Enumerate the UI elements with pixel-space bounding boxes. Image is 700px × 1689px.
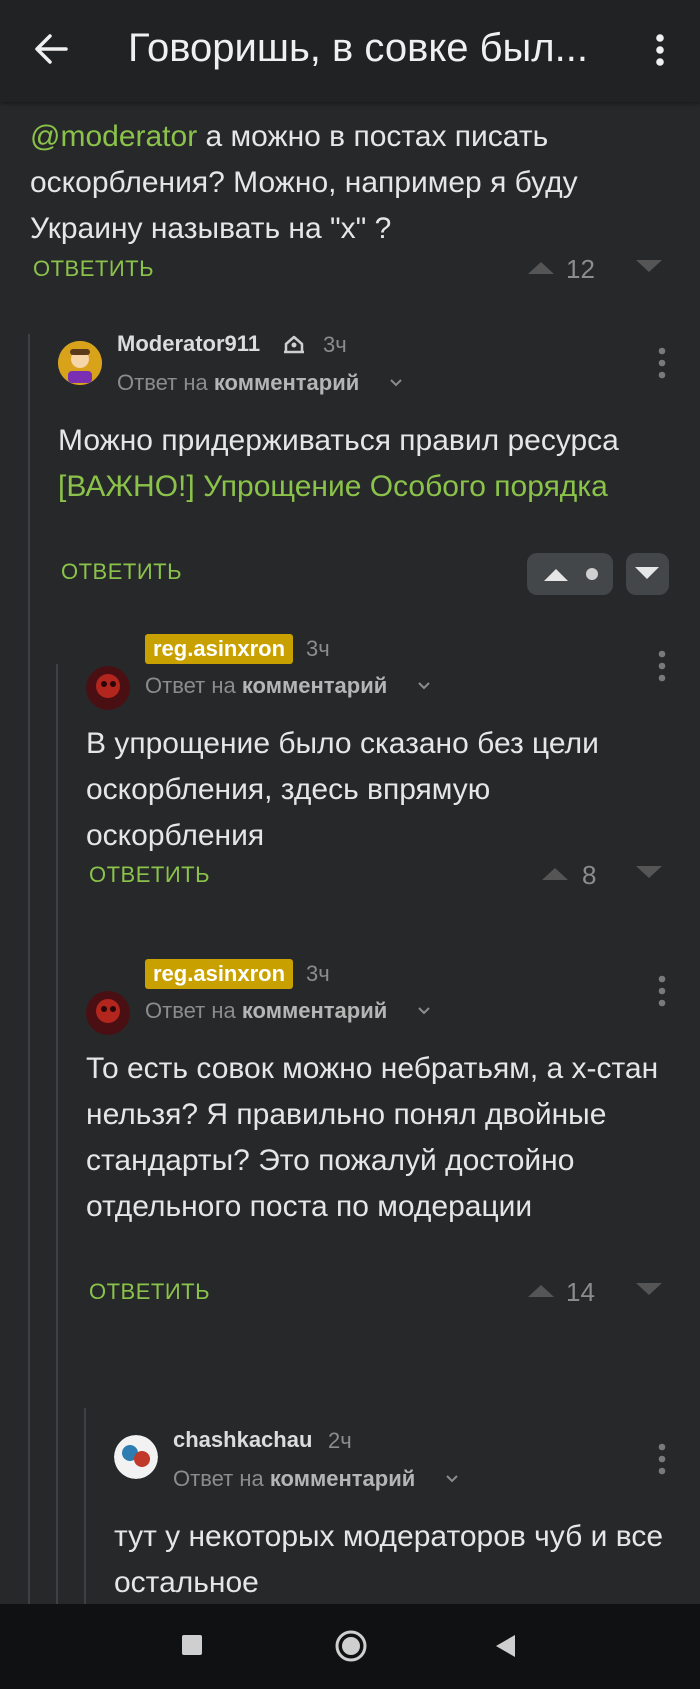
user-mention-link[interactable]: @moderator <box>30 120 197 153</box>
reply-to-target: комментарий <box>241 673 388 698</box>
chevron-down-icon[interactable] <box>389 378 403 388</box>
downvote-icon[interactable] <box>632 860 666 884</box>
reply-to-prefix: Ответ на <box>145 673 242 698</box>
avatar[interactable] <box>86 991 130 1035</box>
more-vert-icon[interactable] <box>655 346 669 380</box>
reply-to[interactable]: Ответ на комментарий <box>117 370 359 396</box>
reply-to-prefix: Ответ на <box>145 998 242 1023</box>
back-arrow-icon[interactable] <box>30 28 72 70</box>
upvote-icon[interactable] <box>538 860 572 884</box>
reply-button[interactable]: ОТВЕТИТЬ <box>89 1279 210 1305</box>
app-bar: Говоришь, в совке был... <box>0 0 700 102</box>
comment-time: 2ч <box>328 1428 352 1453</box>
more-vert-icon[interactable] <box>655 649 669 683</box>
reply-button[interactable]: ОТВЕТИТЬ <box>89 862 210 888</box>
chevron-down-icon[interactable] <box>417 681 431 691</box>
comment-author[interactable]: Moderator911 <box>117 331 260 357</box>
chevron-down-icon[interactable] <box>445 1474 459 1484</box>
comments-thread: @moderator а можно в постах писать оскор… <box>0 102 700 1604</box>
comment-text: Можно придерживаться правил ресурса [ВАЖ… <box>58 418 670 510</box>
more-vert-icon[interactable] <box>642 30 678 70</box>
upvote-icon <box>544 569 568 581</box>
nav-home-icon[interactable] <box>334 1629 368 1663</box>
avatar-image <box>58 341 102 385</box>
reply-to[interactable]: Ответ на комментарий <box>145 673 387 699</box>
reply-to-prefix: Ответ на <box>117 370 214 395</box>
author-badge[interactable]: reg.asinxron <box>145 959 294 989</box>
reply-to-target: комментарий <box>241 998 388 1023</box>
comment-text: То есть совок можно небратьям, а х-стан … <box>86 1052 659 1223</box>
thread-line <box>56 664 58 1604</box>
reply-to-target: комментарий <box>213 370 360 395</box>
thread-line <box>28 334 30 1604</box>
downvote-icon[interactable] <box>632 254 666 278</box>
hidden-rating-dot-icon <box>586 568 598 580</box>
moderator-badge-icon <box>284 335 304 354</box>
nav-recents-icon[interactable] <box>181 1634 203 1656</box>
reply-to-prefix: Ответ на <box>173 1466 270 1491</box>
downvote-icon <box>635 567 659 579</box>
vote-count: 14 <box>566 1277 595 1307</box>
comment-time: 3ч <box>323 332 347 357</box>
avatar-image <box>114 1435 158 1479</box>
nav-back-icon[interactable] <box>493 1633 517 1659</box>
upvote-pill[interactable] <box>527 553 613 595</box>
downvote-pill[interactable] <box>626 553 669 595</box>
avatar[interactable] <box>58 341 102 385</box>
comment-text: @moderator а можно в постах писать оскор… <box>30 114 670 252</box>
more-vert-icon[interactable] <box>655 1442 669 1476</box>
comment-time: 3ч <box>306 636 330 661</box>
reply-button[interactable]: ОТВЕТИТЬ <box>33 256 154 282</box>
more-vert-icon[interactable] <box>655 974 669 1008</box>
downvote-icon[interactable] <box>632 1277 666 1301</box>
avatar[interactable] <box>86 666 130 710</box>
upvote-icon[interactable] <box>524 254 558 278</box>
reply-button[interactable]: ОТВЕТИТЬ <box>61 559 182 585</box>
chevron-down-icon[interactable] <box>417 1006 431 1016</box>
vote-count: 8 <box>582 860 597 890</box>
avatar-image <box>86 991 130 1035</box>
comment-author[interactable]: chashkachau <box>173 1427 312 1453</box>
thread-line <box>84 1408 86 1604</box>
reply-to[interactable]: Ответ на комментарий <box>173 1466 415 1492</box>
system-nav-bar <box>0 1604 700 1689</box>
post-link[interactable]: [ВАЖНО!] Упрощение Особого порядка <box>58 470 608 503</box>
avatar[interactable] <box>114 1435 158 1479</box>
upvote-icon[interactable] <box>524 1277 558 1301</box>
comment-text: В упрощение было сказано без цели оскорб… <box>86 727 599 852</box>
reply-to-target: комментарий <box>269 1466 416 1491</box>
avatar-image <box>86 666 130 710</box>
comment-time: 3ч <box>306 961 330 986</box>
vote-count: 12 <box>566 254 595 284</box>
author-badge[interactable]: reg.asinxron <box>145 634 294 664</box>
page-title: Говоришь, в совке был... <box>128 26 588 70</box>
comment-body: Можно придерживаться правил ресурса <box>58 424 619 457</box>
comment-text: тут у некоторых модераторов чуб и все ос… <box>114 1520 664 1599</box>
reply-to[interactable]: Ответ на комментарий <box>145 998 387 1024</box>
